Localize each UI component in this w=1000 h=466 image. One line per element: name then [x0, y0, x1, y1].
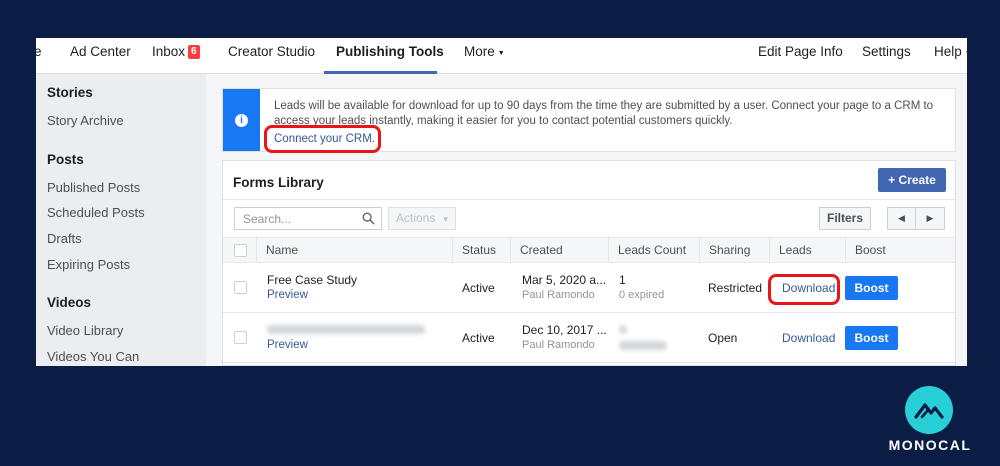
row-checkbox[interactable] [234, 331, 247, 344]
banner-accent-strip: i [223, 89, 260, 151]
chevron-right-icon[interactable]: ▶ [916, 208, 944, 229]
created-date: Mar 5, 2020 a... [522, 273, 607, 287]
caret-down-icon: ▼ [441, 215, 450, 224]
search-placeholder: Search... [243, 212, 292, 226]
filters-button[interactable]: Filters [819, 207, 871, 230]
pager: ◀ ▶ [887, 207, 945, 230]
search-input[interactable]: Search... [234, 207, 382, 230]
column-header-leads-count[interactable]: Leads Count [608, 238, 699, 263]
sidebar-header-stories: Stories [47, 85, 93, 100]
select-all-checkbox[interactable] [234, 244, 247, 257]
sidebar-item-scheduled-posts[interactable]: Scheduled Posts [47, 205, 145, 220]
chevron-left-icon[interactable]: ◀ [888, 208, 916, 229]
top-nav: e Ad Center Inbox 6 Creator Studio Publis… [36, 38, 967, 74]
leads-expired: 0 expired [619, 289, 665, 301]
forms-library-title: Forms Library [233, 175, 324, 190]
boost-button[interactable]: Boost [845, 326, 898, 350]
sidebar-item-expiring-posts[interactable]: Expiring Posts [47, 257, 130, 272]
sidebar-item-published-posts[interactable]: Published Posts [47, 180, 140, 195]
created-by: Paul Ramondo [522, 339, 595, 351]
nav-item-help[interactable]: Help▼ [934, 38, 967, 74]
column-header-name[interactable]: Name [256, 238, 452, 263]
form-name[interactable]: Free Case Study [267, 273, 357, 287]
sidebar-item-videos-you-can[interactable]: Videos You Can [47, 349, 139, 364]
table-row: Free Case Study Preview Active Mar 5, 20… [223, 263, 955, 313]
leads-info-banner: i Leads will be available for download f… [222, 88, 956, 153]
column-header-boost: Boost [845, 238, 955, 263]
active-tab-indicator [324, 71, 437, 74]
nav-item-help-label: Help [934, 44, 962, 59]
created-date: Dec 10, 2017 ... [522, 323, 607, 337]
leads-count: 1 [619, 273, 626, 287]
actions-label: Actions [396, 211, 436, 225]
sidebar-header-posts: Posts [47, 152, 84, 167]
sidebar-item-video-library[interactable]: Video Library [47, 323, 123, 338]
caret-down-icon: ▼ [497, 50, 505, 57]
nav-item-more[interactable]: More ▼ [464, 38, 505, 74]
nav-item-inbox[interactable]: Inbox 6 [152, 38, 200, 74]
redacted-leads-count [619, 325, 627, 334]
nav-item-home-partial[interactable]: e [36, 38, 42, 74]
nav-item-settings[interactable]: Settings [862, 38, 911, 74]
sharing-value: Open [708, 331, 738, 345]
nav-item-more-label: More [464, 44, 495, 59]
nav-item-inbox-label: Inbox [152, 44, 186, 59]
table-row: Preview Active Dec 10, 2017 ... Paul Ram… [223, 313, 955, 363]
caret-down-icon: ▼ [965, 50, 967, 57]
divider [223, 199, 955, 200]
monocal-logo [905, 386, 953, 434]
column-header-status[interactable]: Status [452, 238, 510, 263]
nav-item-creator-studio[interactable]: Creator Studio [228, 38, 315, 74]
screenshot-frame: e Ad Center Inbox 6 Creator Studio Publis… [36, 38, 967, 366]
sidebar-item-story-archive[interactable]: Story Archive [47, 113, 124, 128]
nav-item-edit-page-info[interactable]: Edit Page Info [758, 38, 843, 74]
info-icon: i [235, 114, 248, 127]
sharing-value: Restricted [708, 281, 763, 295]
banner-message: Leads will be available for download for… [274, 100, 934, 127]
create-button[interactable]: + Create [878, 168, 946, 192]
nav-item-ad-center[interactable]: Ad Center [70, 38, 131, 74]
status-value: Active [462, 331, 495, 345]
inbox-badge: 6 [188, 45, 200, 59]
preview-link[interactable]: Preview [267, 289, 308, 301]
sidebar: Stories Story Archive Posts Published Po… [36, 74, 206, 366]
nav-item-publishing-tools[interactable]: Publishing Tools [336, 38, 444, 74]
column-header-created[interactable]: Created [510, 238, 608, 263]
sidebar-item-drafts[interactable]: Drafts [47, 231, 82, 246]
sidebar-header-videos: Videos [47, 295, 92, 310]
highlight-annotation [264, 125, 381, 153]
created-by: Paul Ramondo [522, 289, 595, 301]
mountain-logo-icon [914, 403, 944, 419]
preview-link[interactable]: Preview [267, 339, 308, 351]
table-header: Name Status Created Leads Count Sharing … [223, 237, 955, 263]
redacted-leads-expired [619, 341, 667, 350]
row-checkbox[interactable] [234, 281, 247, 294]
redacted-form-name [267, 325, 425, 334]
brand-name: MONOCAL [888, 437, 972, 453]
boost-button[interactable]: Boost [845, 276, 898, 300]
forms-library-card: Forms Library + Create Search... Actions… [222, 160, 956, 366]
search-icon [362, 212, 375, 225]
column-header-sharing[interactable]: Sharing [699, 238, 769, 263]
download-link[interactable]: Download [782, 331, 835, 345]
column-header-leads: Leads [769, 238, 845, 263]
actions-dropdown[interactable]: Actions ▼ [388, 207, 456, 230]
highlight-annotation [768, 274, 840, 305]
status-value: Active [462, 281, 495, 295]
